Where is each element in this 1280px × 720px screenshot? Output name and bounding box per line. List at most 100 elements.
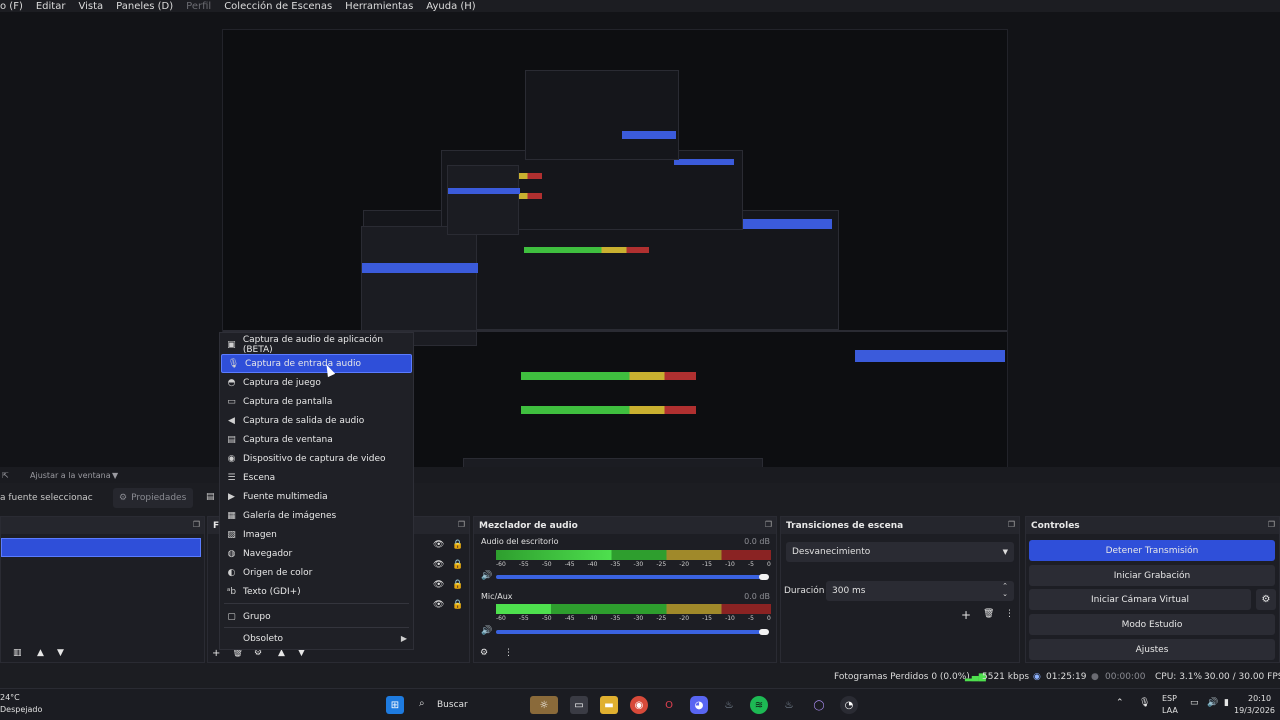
discord-icon[interactable]: ◕: [690, 696, 708, 714]
menu-view[interactable]: Vista: [78, 1, 103, 12]
language-top[interactable]: ESP: [1162, 694, 1177, 703]
menu-item-deprecated[interactable]: Obsoleto ▶: [220, 629, 413, 648]
visibility-eye-icon[interactable]: 👁: [433, 560, 444, 570]
audio-meter: [496, 550, 771, 560]
dock-float-icon[interactable]: ❐: [193, 520, 200, 529]
start-virtual-camera-button[interactable]: Iniciar Cámara Virtual: [1029, 589, 1251, 610]
obs-icon[interactable]: ◔: [840, 696, 858, 714]
menu-item-app-audio-capture[interactable]: ▣ Captura de audio de aplicación (BETA): [220, 335, 413, 355]
menu-item-text-gdi[interactable]: ᵃb Texto (GDI+): [220, 582, 413, 601]
virtual-camera-settings-gear-icon[interactable]: ⚙: [1256, 589, 1276, 610]
meter-ticks: -60 -55 -50 -45 -40 -35 -30 -25 -20 -15 -10 -5 0: [496, 561, 771, 568]
windows-start-icon[interactable]: ⊞: [386, 696, 404, 714]
menu-item-media-source[interactable]: ▶ Fuente multimedia: [220, 487, 413, 506]
move-up-icon[interactable]: ▲: [37, 648, 44, 658]
scene-row-selected[interactable]: [1, 538, 201, 557]
menu-item-game-capture[interactable]: ◓ Captura de juego: [220, 373, 413, 392]
menu-edit[interactable]: Editar: [36, 1, 66, 12]
trash-icon[interactable]: 🗑: [983, 609, 994, 619]
menu-docks[interactable]: Paneles (D): [116, 1, 173, 12]
menu-profile[interactable]: Perfil: [186, 1, 211, 12]
dock-float-icon[interactable]: ❐: [1008, 520, 1015, 529]
lock-icon[interactable]: ⇱: [2, 471, 9, 480]
add-transition-icon[interactable]: +: [961, 608, 971, 622]
language-bottom[interactable]: LAA: [1162, 706, 1178, 715]
menu-tools[interactable]: Herramientas: [345, 1, 413, 12]
volume-slider-handle[interactable]: [759, 629, 769, 635]
start-recording-button[interactable]: Iniciar Grabación: [1029, 565, 1275, 586]
menu-scene-collection[interactable]: Colección de Escenas: [224, 1, 332, 12]
volume-slider[interactable]: [496, 575, 766, 579]
microphone-icon[interactable]: 🎙: [1139, 698, 1150, 708]
steam-icon[interactable]: ♨: [720, 696, 738, 714]
lock-icon[interactable]: 🔒: [452, 560, 463, 570]
windows-taskbar: 24°C Despejado ⊞ ⌕ Buscar ☼ ▭ ▬ ◉ O ◕ ♨ …: [0, 688, 1280, 720]
menu-help[interactable]: Ayuda (H): [426, 1, 475, 12]
advanced-audio-icon[interactable]: ⚙: [480, 648, 488, 658]
steam-icon[interactable]: ♨: [780, 696, 798, 714]
search-icon[interactable]: ⌕: [419, 698, 425, 709]
stepper-icon[interactable]: ⌃ ⌄: [1002, 582, 1008, 598]
speaker-icon[interactable]: 🔊: [481, 571, 492, 581]
menu-item-group[interactable]: ▢ Grupo: [220, 607, 413, 626]
menu-file[interactable]: o (F): [0, 1, 23, 12]
chevron-up-icon[interactable]: ⌃: [1116, 698, 1124, 708]
weather-widget-icon[interactable]: ☼: [530, 696, 558, 714]
volume-icon[interactable]: 🔊: [1207, 698, 1218, 708]
file-explorer-icon[interactable]: ▬: [600, 696, 618, 714]
chrome-icon[interactable]: ◉: [630, 696, 648, 714]
scene-panel-icon[interactable]: ▥: [13, 648, 22, 658]
menu-item-image-slideshow[interactable]: ▦ Galería de imágenes: [220, 506, 413, 525]
lock-icon[interactable]: 🔒: [452, 580, 463, 590]
volume-slider[interactable]: [496, 630, 766, 634]
dock-float-icon[interactable]: ❐: [765, 520, 772, 529]
speaker-icon[interactable]: 🔊: [481, 626, 492, 636]
preview-area[interactable]: [0, 12, 1280, 476]
lock-icon[interactable]: 🔒: [452, 600, 463, 610]
menu-item-color-source[interactable]: ◐ Origen de color: [220, 563, 413, 582]
menu-item-browser[interactable]: ◍ Navegador: [220, 544, 413, 563]
duration-input[interactable]: 300 ms ⌃ ⌄: [826, 581, 1014, 601]
menu-item-display-capture[interactable]: ▭ Captura de pantalla: [220, 392, 413, 411]
gear-icon: ⚙: [119, 493, 128, 503]
fit-window-label[interactable]: Ajustar a la ventana: [30, 471, 111, 480]
opera-icon[interactable]: O: [660, 696, 678, 714]
visibility-eye-icon[interactable]: 👁: [433, 580, 444, 590]
menu-item-audio-output-capture[interactable]: ◀ Captura de salida de audio: [220, 411, 413, 430]
dock-float-icon[interactable]: ❐: [1268, 520, 1275, 529]
visibility-eye-icon[interactable]: 👁: [433, 600, 444, 610]
chevron-down-icon[interactable]: ▼: [112, 471, 118, 480]
preview-toolbar: ⇱ Ajustar a la ventana ▼: [0, 467, 1280, 483]
visibility-eye-icon[interactable]: 👁: [433, 540, 444, 550]
app-ring-icon[interactable]: ◯: [810, 696, 828, 714]
microphone-icon: 🎙: [227, 358, 240, 369]
weather-desc[interactable]: Despejado: [0, 705, 42, 714]
filters-icon[interactable]: ▤: [206, 492, 215, 502]
menu-item-video-capture-device[interactable]: ◉ Dispositivo de captura de video: [220, 449, 413, 468]
menu-item-scene[interactable]: ☰ Escena: [220, 468, 413, 487]
properties-button[interactable]: ⚙ Propiedades: [113, 488, 193, 508]
move-down-icon[interactable]: ▼: [57, 648, 64, 658]
nested-stream-button: [674, 159, 734, 165]
taskbar-search[interactable]: Buscar: [437, 700, 468, 710]
spotify-icon[interactable]: ≋: [750, 696, 768, 714]
clock-time[interactable]: 20:10: [1248, 694, 1271, 703]
lock-icon[interactable]: 🔒: [452, 540, 463, 550]
more-options-icon[interactable]: ⋮: [1005, 609, 1014, 619]
studio-mode-button[interactable]: Modo Estudio: [1029, 614, 1275, 635]
more-options-icon[interactable]: ⋮: [504, 648, 513, 658]
stop-streaming-button[interactable]: Detener Transmisión: [1029, 540, 1275, 561]
menu-item-window-capture[interactable]: ▤ Captura de ventana: [220, 430, 413, 449]
clock-date[interactable]: 19/3/2026: [1234, 706, 1275, 715]
menu-item-image[interactable]: ▨ Imagen: [220, 525, 413, 544]
battery-icon[interactable]: ▮: [1224, 698, 1229, 708]
volume-slider-handle[interactable]: [759, 574, 769, 580]
task-view-icon[interactable]: ▭: [570, 696, 588, 714]
weather-temp[interactable]: 24°C: [0, 693, 20, 702]
transition-select[interactable]: Desvanecimiento ▼: [786, 542, 1014, 562]
settings-button[interactable]: Ajustes: [1029, 639, 1275, 660]
nested-meter: [524, 247, 649, 253]
network-icon[interactable]: ▭: [1190, 698, 1199, 708]
menu-item-audio-input-capture[interactable]: 🎙 Captura de entrada audio: [221, 354, 412, 373]
dock-float-icon[interactable]: ❐: [458, 520, 465, 529]
